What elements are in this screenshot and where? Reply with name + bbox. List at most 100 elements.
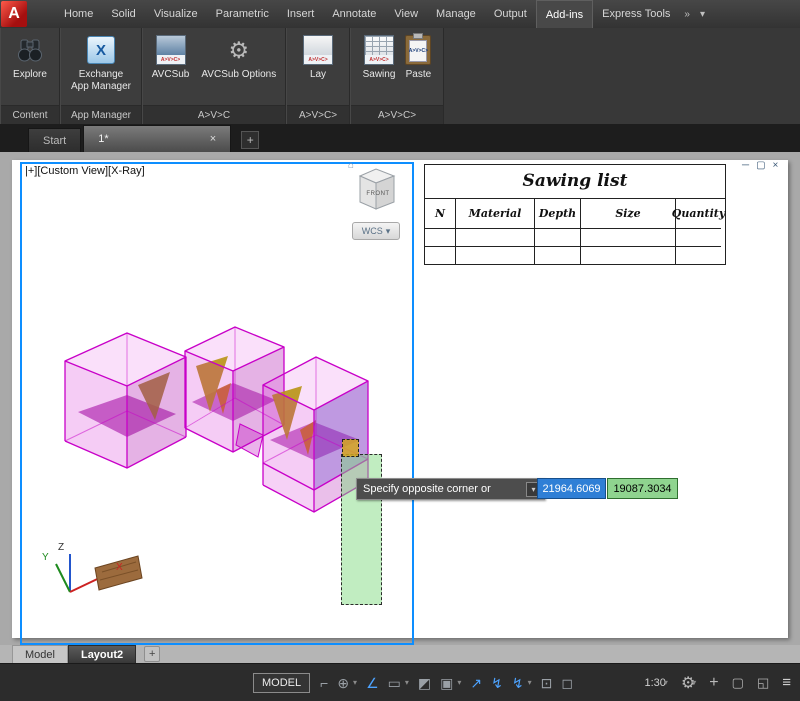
- new-layout-button[interactable]: +: [144, 646, 160, 662]
- column-header-depth: Depth: [535, 199, 581, 229]
- table-cell: [456, 247, 535, 264]
- close-tab-icon[interactable]: ×: [210, 133, 216, 145]
- table-cell: [456, 229, 535, 247]
- file-tab-drawing-label: 1*: [98, 133, 108, 145]
- ortho-mode-icon[interactable]: ▭: [388, 676, 401, 690]
- chevron-down-icon[interactable]: ▾: [353, 678, 357, 687]
- table-cell: [425, 229, 456, 247]
- tab-manage[interactable]: Manage: [427, 0, 485, 28]
- close-icon[interactable]: ×: [773, 160, 779, 171]
- customization-gear-icon[interactable]: ⚙ ▾: [681, 673, 696, 693]
- viewcube-front-face[interactable]: FRONT: [363, 191, 393, 197]
- ucs-y-label: Y: [42, 552, 49, 563]
- ribbon-panel-content: Explore Content: [0, 28, 60, 124]
- ribbon-collapse-icon[interactable]: ▾: [695, 0, 710, 28]
- explore-button[interactable]: Explore: [10, 33, 50, 81]
- lock-icon[interactable]: ⊡: [541, 676, 553, 690]
- table-cell: [425, 247, 456, 264]
- polar-tracking-icon[interactable]: ∠: [366, 676, 379, 690]
- exchange-label-line1: Exchange: [79, 69, 123, 80]
- tab-model[interactable]: Model: [12, 645, 68, 663]
- column-header-n: N: [425, 199, 456, 229]
- panel-label-content[interactable]: Content: [1, 105, 59, 124]
- tab-express-tools[interactable]: Express Tools: [593, 0, 679, 28]
- viewport-controls-label[interactable]: |+][Custom View][X-Ray]: [25, 165, 145, 177]
- paste-icon: A>V>C>: [405, 35, 431, 65]
- panel-label-avc[interactable]: A>V>C: [143, 105, 285, 124]
- sawing-button[interactable]: A>V>C> Sawing: [360, 33, 399, 81]
- viewcube-home-icon[interactable]: ⌂: [348, 160, 354, 171]
- table-cell: [581, 229, 676, 247]
- avcsub-options-button[interactable]: ⚙ AVCSub Options: [198, 33, 279, 81]
- table-cell: [581, 247, 676, 264]
- dynamic-input-x-field[interactable]: 21964.6069: [537, 478, 606, 499]
- annotation-scale-button[interactable]: 1:30 ▾: [645, 677, 668, 689]
- panel-label-avc-sawing[interactable]: A>V>C>: [351, 105, 443, 124]
- snap-mode-icon[interactable]: ⌐: [320, 676, 328, 690]
- lay-button[interactable]: A>V>C> Lay: [300, 33, 336, 81]
- isolate-objects-icon[interactable]: ▢: [732, 675, 744, 691]
- dynamic-input-prompt: Specify opposite corner or ▾: [356, 478, 545, 500]
- file-tab-drawing[interactable]: 1* ×: [83, 125, 231, 152]
- chevron-down-icon: ▾: [664, 678, 668, 687]
- minimize-icon[interactable]: ─: [742, 160, 749, 171]
- ucs-x-label: X: [116, 562, 123, 573]
- viewcube[interactable]: ⌂ FRONT: [348, 162, 406, 218]
- chevron-down-icon[interactable]: ▾: [457, 678, 461, 687]
- table-cell: [535, 229, 581, 247]
- tab-output[interactable]: Output: [485, 0, 536, 28]
- ribbon-panel-app-manager: X Exchange App Manager App Manager: [60, 28, 142, 124]
- sawing-list-title: Sawing list: [425, 165, 725, 199]
- ribbon-tab-strip: Home Solid Visualize Parametric Insert A…: [55, 0, 710, 28]
- sawing-icon: A>V>C>: [364, 35, 394, 65]
- table-cell: [676, 247, 721, 264]
- cursor-pickbox: [342, 439, 359, 457]
- ribbon-overflow-icon[interactable]: »: [679, 0, 695, 28]
- ribbon: Explore Content X Exchange App Manager A…: [0, 28, 800, 124]
- new-drawing-button[interactable]: +: [241, 131, 259, 149]
- tab-view[interactable]: View: [385, 0, 427, 28]
- paste-button[interactable]: A>V>C> Paste: [402, 33, 434, 81]
- tab-annotate[interactable]: Annotate: [323, 0, 385, 28]
- model-space-button[interactable]: MODEL: [253, 673, 310, 693]
- annotation-visibility-icon[interactable]: ↯: [491, 676, 503, 690]
- isodraft-icon[interactable]: ◩: [418, 676, 431, 690]
- grid-display-icon[interactable]: ⊕: [337, 676, 349, 690]
- lay-icon: A>V>C>: [303, 35, 333, 65]
- tab-insert[interactable]: Insert: [278, 0, 324, 28]
- tab-add-ins[interactable]: Add-ins: [536, 0, 593, 28]
- annotation-monitor-icon[interactable]: ◻: [561, 676, 573, 690]
- drawing-area[interactable]: |+][Custom View][X-Ray] ⌂ FRONT WCS ▾ ─ …: [0, 152, 800, 645]
- status-bar: MODEL ⌐ ⊕ ▾ ∠ ▭ ▾ ◩ ▣ ▾ ↗ ↯ ↯ ▾ ⊡ ◻ 1:30…: [0, 663, 800, 701]
- panel-label-app-manager[interactable]: App Manager: [61, 105, 141, 124]
- column-header-quantity: Quantity: [676, 199, 721, 229]
- selection-window: [341, 454, 382, 605]
- add-status-item-icon[interactable]: +: [709, 674, 718, 692]
- tab-home[interactable]: Home: [55, 0, 102, 28]
- tab-visualize[interactable]: Visualize: [145, 0, 207, 28]
- autoscale-icon[interactable]: ↯: [512, 676, 524, 690]
- sawing-list-table: Sawing list N Material Depth Size Quanti…: [424, 164, 726, 265]
- status-bar-menu-icon[interactable]: ≡: [782, 674, 791, 691]
- clean-screen-icon[interactable]: ◱: [757, 675, 769, 691]
- restore-icon[interactable]: ▢: [756, 160, 765, 171]
- chevron-down-icon[interactable]: ▾: [528, 678, 532, 687]
- object-snap-icon[interactable]: ▣: [440, 676, 453, 690]
- panel-label-avc-lay[interactable]: A>V>C>: [287, 105, 349, 124]
- tab-layout2[interactable]: Layout2: [68, 645, 136, 663]
- wcs-dropdown[interactable]: WCS ▾: [352, 222, 400, 240]
- ucs-z-label: Z: [58, 542, 64, 553]
- file-tab-start[interactable]: Start: [28, 128, 81, 152]
- exchange-app-manager-button[interactable]: X Exchange App Manager: [68, 33, 134, 93]
- chevron-down-icon: ▾: [386, 226, 391, 237]
- snap-tracking-icon[interactable]: ↗: [470, 676, 482, 690]
- tab-solid[interactable]: Solid: [102, 0, 144, 28]
- avcsub-button[interactable]: A>V>C> AVCSub: [149, 33, 193, 81]
- autocad-logo-icon[interactable]: A: [1, 1, 27, 27]
- tab-parametric[interactable]: Parametric: [207, 0, 278, 28]
- dynamic-input-y-field[interactable]: 19087.3034: [607, 478, 678, 499]
- chevron-down-icon[interactable]: ▾: [405, 678, 409, 687]
- file-tab-bar: Start 1* × +: [0, 124, 800, 152]
- drawing-window-controls: ─ ▢ ×: [742, 160, 778, 171]
- title-bar: A Home Solid Visualize Parametric Insert…: [0, 0, 800, 28]
